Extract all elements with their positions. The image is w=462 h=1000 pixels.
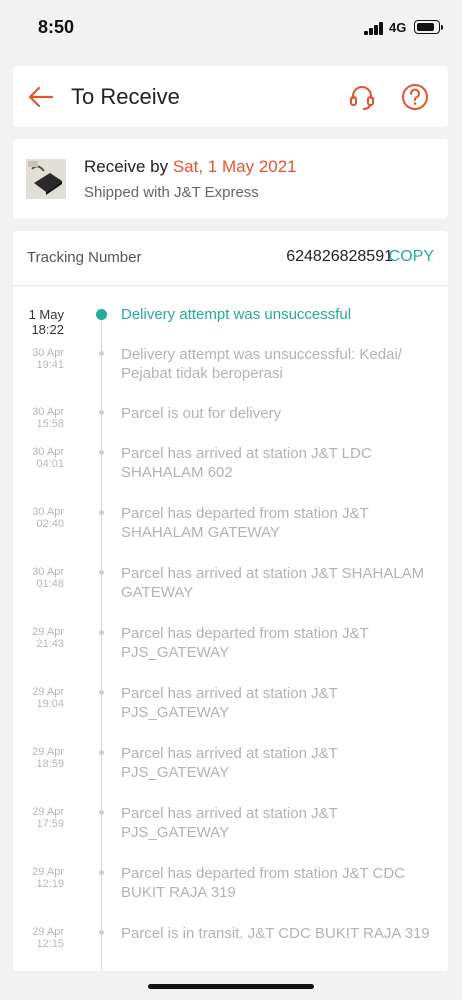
event-time: 21:43 [36, 638, 64, 650]
event-date: 29 Apr [32, 686, 64, 698]
event-date: 29 Apr [32, 626, 64, 638]
event-description: Delivery attempt was unsuccessful [121, 306, 352, 323]
event-datetime: 29 Apr 12:19 [32, 866, 64, 890]
question-circle-icon [402, 84, 428, 110]
event-datetime: 29 Apr 19:04 [32, 686, 64, 710]
event-description: Parcel is out for delivery [121, 405, 282, 422]
event-date: 30 Apr [32, 347, 64, 359]
status-time: 8:50 [38, 17, 75, 37]
event-datetime: 29 Apr 21:43 [32, 626, 64, 650]
event-description: Parcel has arrived at station J&T LDC SH… [121, 445, 372, 481]
event-date: 30 Apr [32, 446, 64, 458]
event-datetime: 30 Apr 19:41 [32, 347, 64, 371]
event-datetime: 29 Apr 18:59 [32, 746, 64, 770]
event-time: 19:04 [36, 698, 64, 710]
event-date: 29 Apr [32, 806, 64, 818]
event-description: Parcel has arrived at station J&T PJS_GA… [121, 745, 338, 781]
status-dot [99, 570, 104, 575]
signal-icon [364, 22, 384, 35]
event-time: 12:15 [36, 938, 64, 950]
status-bar: 8:50 4G [0, 0, 462, 56]
event-time: 18:22 [31, 322, 64, 337]
receive-by-date: Sat, 1 May 2021 [172, 157, 297, 176]
event-datetime: 1 May 18:22 [29, 307, 64, 337]
customer-support-button[interactable] [347, 82, 377, 112]
event-description: Parcel is in transit. J&T CDC BUKIT RAJA… [121, 925, 430, 942]
status-dot [99, 750, 104, 755]
event-time: 19:41 [36, 359, 64, 371]
event-description: Parcel has departed from station J&T SHA… [121, 505, 369, 541]
current-status-dot [96, 309, 107, 320]
event-datetime: 30 Apr 15:58 [32, 406, 64, 430]
status-dot [99, 870, 104, 875]
arrow-left-icon [28, 86, 54, 108]
event-datetime: 30 Apr 04:01 [32, 446, 64, 470]
event-description: Parcel has arrived at station J&T PJS_GA… [121, 685, 338, 721]
battery-icon [414, 20, 443, 34]
event-time: 18:59 [36, 758, 64, 770]
event-description: Delivery attempt was unsuccessful: Kedai… [121, 346, 402, 382]
event-date: 1 May [28, 307, 64, 322]
network-label: 4G [389, 20, 407, 35]
help-button[interactable] [400, 82, 430, 112]
event-datetime: 29 Apr 12:15 [32, 926, 64, 950]
event-description: Parcel has arrived at station J&T SHAHAL… [121, 565, 425, 601]
event-description: Parcel has departed from station J&T CDC… [121, 865, 406, 901]
product-thumbnail [26, 159, 66, 199]
home-indicator[interactable] [148, 984, 314, 989]
event-datetime: 30 Apr 02:40 [32, 506, 64, 530]
header-bar: To Receive [13, 66, 448, 127]
status-dot [99, 351, 104, 356]
event-time: 01:48 [36, 578, 64, 590]
event-time: 12:19 [36, 878, 64, 890]
event-date: 29 Apr [32, 746, 64, 758]
shipment-summary[interactable]: Receive by Sat, 1 May 2021 Shipped with … [13, 139, 448, 218]
tracking-number-value: 624826828591 [286, 248, 393, 265]
event-date: 29 Apr [32, 866, 64, 878]
courier-info: Shipped with J&T Express [84, 184, 259, 201]
event-time: 15:58 [36, 418, 64, 430]
status-dot [99, 930, 104, 935]
status-dot [99, 630, 104, 635]
event-date: 30 Apr [32, 566, 64, 578]
event-date: 29 Apr [32, 926, 64, 938]
tracking-number-label: Tracking Number [27, 249, 142, 266]
event-time: 02:40 [36, 518, 64, 530]
event-datetime: 30 Apr 01:48 [32, 566, 64, 590]
tracking-number-row: Tracking Number 624826828591 COPY [13, 231, 448, 286]
receive-by-line: Receive by Sat, 1 May 2021 [84, 157, 297, 177]
headset-icon [350, 86, 374, 110]
event-description: Parcel has departed from station J&T PJS… [121, 625, 369, 661]
status-dot [99, 450, 104, 455]
back-button[interactable] [27, 83, 55, 111]
event-time: 04:01 [36, 458, 64, 470]
tracking-card: Tracking Number 624826828591 COPY 1 May 1… [13, 231, 448, 971]
status-dot [99, 510, 104, 515]
event-time: 17:59 [36, 818, 64, 830]
event-date: 30 Apr [32, 406, 64, 418]
status-dot [99, 690, 104, 695]
event-date: 30 Apr [32, 506, 64, 518]
receive-by-label: Receive by [84, 157, 169, 176]
event-datetime: 29 Apr 17:59 [32, 806, 64, 830]
page-title: To Receive [71, 84, 180, 109]
event-description: Parcel has arrived at station J&T PJS_GA… [121, 805, 338, 841]
status-dot [99, 810, 104, 815]
status-dot [99, 410, 104, 415]
copy-button[interactable]: COPY [389, 248, 434, 266]
